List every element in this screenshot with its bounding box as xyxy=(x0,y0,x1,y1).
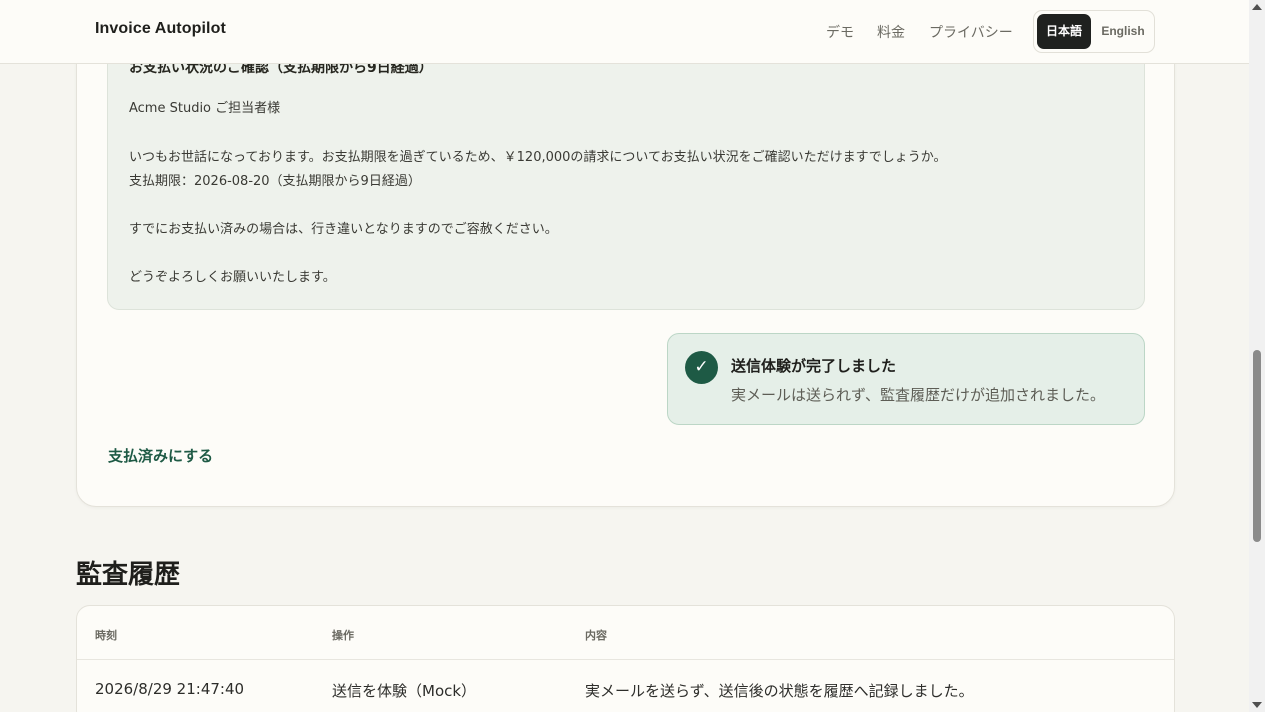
toast-title: 送信体験が完了しました xyxy=(731,357,897,375)
row-detail: 実メールを送らず、送信後の状態を履歴へ記録しました。 xyxy=(585,682,974,700)
mail-closing-line: どうぞよろしくお願いいたします。 xyxy=(129,270,336,285)
table-header-divider xyxy=(77,659,1174,660)
mail-body-line: いつもお世話になっております。お支払期限を過ぎているため、￥120,000の請求… xyxy=(129,150,947,165)
language-switcher: 日本語 English xyxy=(1033,10,1155,53)
nav-demo[interactable]: デモ xyxy=(826,22,854,42)
brand-logo-text[interactable]: Invoice Autopilot xyxy=(95,20,226,38)
scrollbar-thumb[interactable] xyxy=(1253,350,1261,542)
mail-body-line: すでにお支払い済みの場合は、行き違いとなりますのでご容赦ください。 xyxy=(129,222,558,237)
language-japanese-button[interactable]: 日本語 xyxy=(1037,14,1091,49)
scroll-down-arrow-icon[interactable] xyxy=(1252,702,1262,708)
scroll-up-arrow-icon[interactable] xyxy=(1252,4,1262,10)
nav-pricing[interactable]: 料金 xyxy=(877,22,905,42)
column-header-operation: 操作 xyxy=(332,629,354,642)
row-time: 2026/8/29 21:47:40 xyxy=(95,680,245,698)
nav-privacy[interactable]: プライバシー xyxy=(929,22,1013,42)
column-header-detail: 内容 xyxy=(585,629,607,642)
mail-due-date-line: 支払期限：2026-08-20（支払期限から9日経過） xyxy=(129,174,421,189)
toast-description: 実メールは送られず、監査履歴だけが追加されました。 xyxy=(731,386,1105,404)
row-operation: 送信を体験（Mock） xyxy=(332,682,477,700)
site-header: Invoice Autopilot デモ 料金 プライバシー 日本語 Engli… xyxy=(0,0,1249,64)
send-complete-toast xyxy=(667,333,1145,425)
language-english-button[interactable]: English xyxy=(1095,14,1151,49)
mail-recipient: Acme Studio ご担当者様 xyxy=(129,101,281,116)
mark-as-paid-link[interactable]: 支払済みにする xyxy=(108,445,213,466)
check-circle-icon: ✓ xyxy=(685,351,718,384)
column-header-time: 時刻 xyxy=(95,629,117,642)
audit-history-title: 監査履歴 xyxy=(76,560,181,590)
page-scrollbar[interactable] xyxy=(1249,0,1265,712)
